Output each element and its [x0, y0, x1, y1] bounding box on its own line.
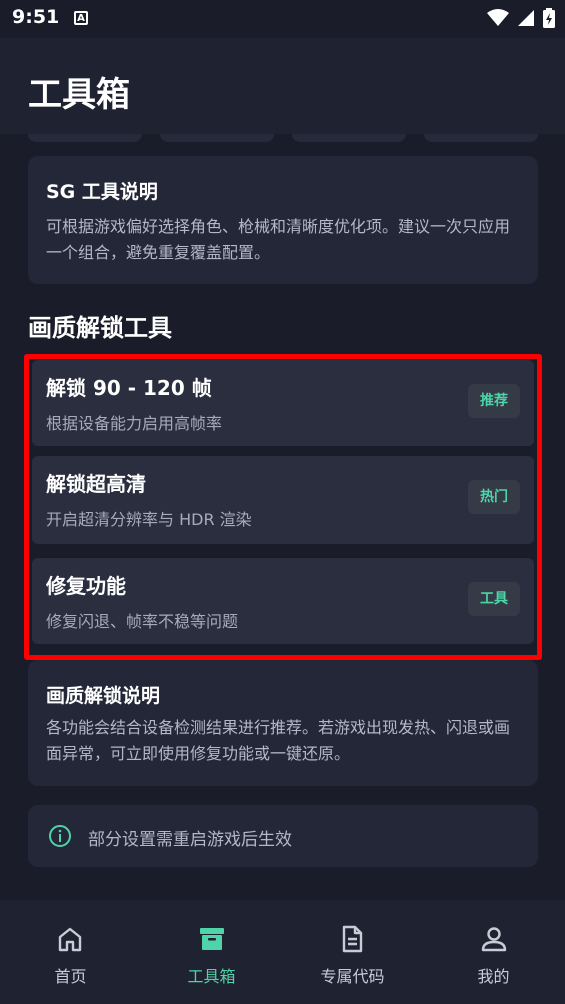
restart-notice: 部分设置需重启游戏后生效 [28, 805, 538, 867]
page-title: 工具箱 [28, 75, 130, 115]
scrolled-card-edge [160, 134, 274, 142]
nav-toolbox[interactable]: 工具箱 [141, 900, 282, 1004]
unlock-info-card: 画质解锁说明 各功能会结合设备检测结果进行推荐。若游戏出现发热、闪退或画面异常，… [28, 660, 538, 786]
sg-info-card: SG 工具说明 可根据游戏偏好选择角色、枪械和清晰度优化项。建议一次只应用一个组… [28, 156, 538, 284]
signal-icon [518, 10, 534, 26]
app-bar: 工具箱 [0, 38, 565, 134]
nav-code[interactable]: 专属代码 [282, 900, 423, 1004]
nav-home[interactable]: 首页 [0, 900, 141, 1004]
unlock-card-title: 画质解锁说明 [46, 685, 161, 707]
tool-desc: 开启超清分辨率与 HDR 渲染 [46, 510, 252, 529]
battery-icon [543, 8, 555, 28]
tool-item-unlock-uhd[interactable]: 解锁超高清 开启超清分辨率与 HDR 渲染 热门 [32, 456, 534, 544]
tool-title: 解锁 90 - 120 帧 [46, 376, 212, 400]
tool-badge: 热门 [468, 480, 520, 514]
toolbox-icon [200, 928, 224, 950]
bottom-nav: 首页 工具箱 专属代码 我的 [0, 900, 565, 1004]
scrolled-cards-edge [0, 134, 565, 142]
info-circle-icon [49, 825, 71, 847]
scrolled-card-edge [424, 134, 538, 142]
unlock-card-text: 各功能会结合设备检测结果进行推荐。若游戏出现发热、闪退或画面异常，可立即使用修复… [46, 718, 511, 763]
wifi-icon [487, 9, 509, 26]
tool-title: 修复功能 [46, 574, 126, 598]
notice-text: 部分设置需重启游戏后生效 [88, 830, 292, 850]
tool-desc: 根据设备能力启用高帧率 [46, 414, 223, 433]
section-title: 画质解锁工具 [28, 314, 172, 342]
sg-card-text: 可根据游戏偏好选择角色、枪械和清晰度优化项。建议一次只应用一个组合，避免重复覆盖… [46, 217, 511, 262]
nav-label: 我的 [477, 967, 510, 986]
tool-title: 解锁超高清 [46, 472, 146, 496]
scrolled-card-edge [292, 134, 406, 142]
nav-label: 工具箱 [187, 967, 236, 986]
nav-label: 首页 [54, 967, 87, 986]
notification-icon: A [74, 11, 88, 25]
home-icon [58, 927, 82, 952]
sg-card-title: SG 工具说明 [46, 181, 158, 203]
tool-badge: 工具 [468, 582, 520, 616]
nav-profile[interactable]: 我的 [423, 900, 564, 1004]
scrolled-card-edge [28, 134, 142, 142]
tool-badge: 推荐 [468, 384, 520, 418]
tool-item-repair[interactable]: 修复功能 修复闪退、帧率不稳等问题 工具 [32, 558, 534, 644]
status-bar: 9:51 A [0, 0, 565, 38]
tool-item-unlock-fps[interactable]: 解锁 90 - 120 帧 根据设备能力启用高帧率 推荐 [32, 360, 534, 446]
status-icons [487, 8, 555, 28]
nav-label: 专属代码 [320, 967, 385, 986]
status-time: 9:51 [12, 6, 60, 28]
tool-desc: 修复闪退、帧率不稳等问题 [46, 612, 239, 631]
document-icon [342, 925, 363, 953]
person-icon [481, 927, 507, 952]
